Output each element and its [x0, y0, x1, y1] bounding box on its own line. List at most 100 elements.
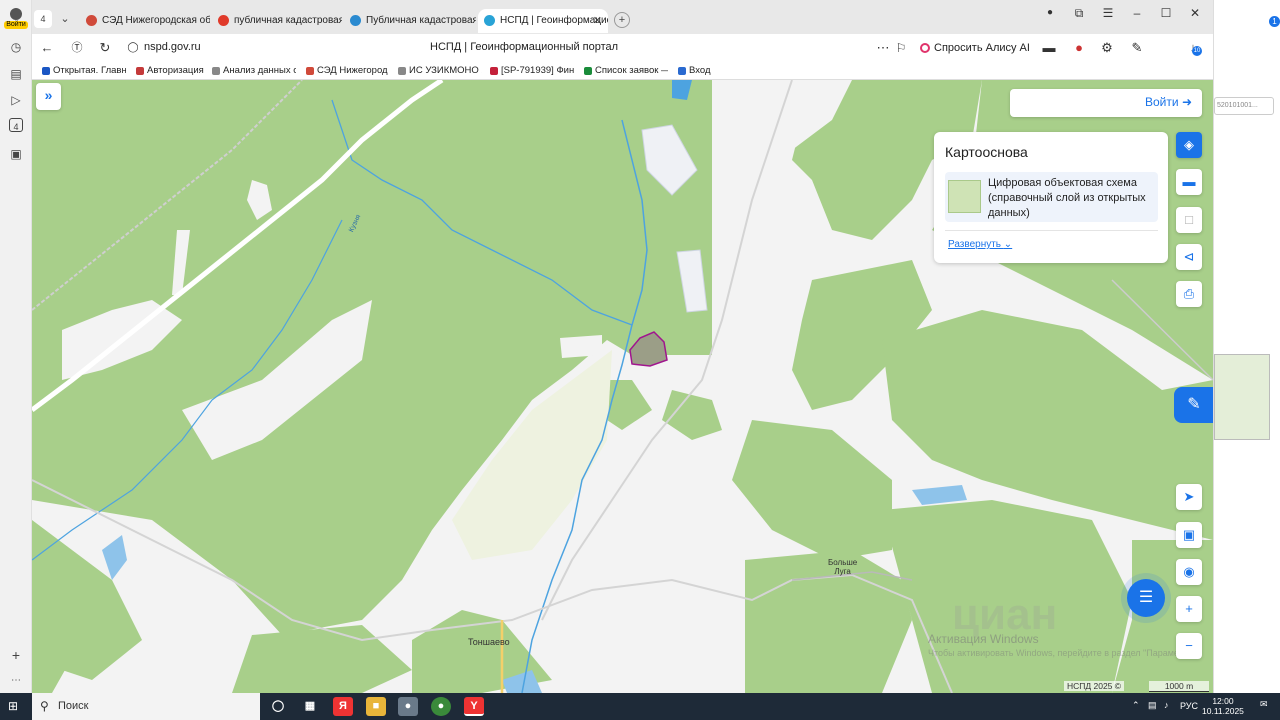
- bookmarks-bar: Открытая. Главна Авторизация Анализ данн…: [32, 62, 1213, 80]
- bookmark-item[interactable]: Открытая. Главна: [42, 65, 126, 76]
- cortana-icon[interactable]: ◯: [268, 697, 288, 716]
- print-button[interactable]: ⎙: [1176, 281, 1202, 307]
- basemap-item[interactable]: Цифровая объектовая схема (справочный сл…: [945, 172, 1158, 222]
- profile-avatar[interactable]: Войти: [4, 8, 28, 32]
- extensions-puzzle-icon[interactable]: ⚙: [1098, 39, 1116, 57]
- tab-list-chevron-icon[interactable]: ⌄: [56, 10, 74, 28]
- ask-alice-button[interactable]: Спросить Алису AI: [920, 39, 1030, 57]
- volume-icon[interactable]: ♪: [1164, 700, 1169, 710]
- url-field[interactable]: nspd.gov.ru: [144, 41, 201, 53]
- minimize-button[interactable]: –: [1124, 4, 1150, 22]
- back-button[interactable]: ←: [38, 39, 56, 57]
- close-tab-icon[interactable]: ✕: [593, 9, 602, 33]
- assistant-button[interactable]: ✎: [1174, 387, 1213, 423]
- bookmark-label: СЭД Нижегородс: [317, 65, 388, 76]
- select-area-button[interactable]: □: [1176, 207, 1202, 233]
- new-tab-button[interactable]: +: [614, 12, 630, 28]
- language-indicator[interactable]: РУС: [1180, 701, 1198, 711]
- screenshot-icon[interactable]: ▣: [7, 145, 25, 163]
- zoom-out-button[interactable]: −: [1176, 633, 1202, 659]
- clock[interactable]: 12:00 10.11.2025: [1202, 696, 1244, 716]
- ruler-button[interactable]: ▬: [1176, 169, 1202, 195]
- bookmark-item[interactable]: Список заявок —: [584, 65, 668, 76]
- notes-icon[interactable]: ✎: [1128, 39, 1146, 57]
- minimap-button[interactable]: ▣: [1176, 522, 1202, 548]
- tray-chevron-icon[interactable]: ⌃: [1132, 700, 1140, 711]
- file-explorer-icon[interactable]: ■: [366, 697, 386, 716]
- map-credits: НСПД 2025 ©: [1064, 681, 1125, 691]
- share-button[interactable]: ⊲: [1176, 244, 1202, 270]
- bookmark-favicon-icon: [306, 67, 314, 75]
- ask-alice-label: Спросить Алису AI: [934, 42, 1030, 54]
- locate-me-button[interactable]: ➤: [1176, 484, 1202, 510]
- extension-avatar-icon[interactable]: ●: [1070, 39, 1088, 57]
- tab-nspd[interactable]: НСПД | Геоинформацио ✕: [478, 9, 608, 33]
- windows-taskbar: ⊞ ⚲ Поиск ◯ ▦ Я ■ ● ● Y ⌃ ▤ ♪ РУС 12:00 …: [0, 693, 1280, 720]
- zoom-in-button[interactable]: +: [1176, 596, 1202, 622]
- expand-link[interactable]: Развернуть ⌄: [948, 239, 1012, 250]
- expand-link-label: Развернуть: [948, 239, 1002, 250]
- map-canvas[interactable]: Тоншаево Больше Луга Кузня циан Активаци…: [32, 80, 1213, 693]
- bookmark-item[interactable]: Анализ данных об: [212, 65, 296, 76]
- bookmark-item[interactable]: ИС УЗИКМОНО 2: [398, 65, 482, 76]
- yandex-home-icon[interactable]: Ⓣ: [68, 39, 86, 57]
- bookmark-icon[interactable]: ⚐: [892, 39, 910, 57]
- extension-mask-icon[interactable]: ▬: [1040, 39, 1058, 57]
- bookmark-item[interactable]: Авторизация: [136, 65, 210, 76]
- system-tray: ⌃ ▤ ♪ РУС 12:00 10.11.2025 ✉: [1130, 693, 1280, 720]
- gmail-icon: [584, 67, 592, 75]
- map-search-box[interactable]: Войти ➜: [1010, 89, 1202, 117]
- tab-title: публичная кадастровая к: [234, 15, 342, 26]
- side-search-field[interactable]: 520101001...: [1214, 97, 1274, 115]
- more-options-icon[interactable]: ⋯: [874, 39, 892, 57]
- yandex-icon: [218, 15, 229, 26]
- downloads-badge: 10: [1192, 46, 1202, 56]
- taskbar-search[interactable]: ⚲ Поиск: [32, 693, 260, 720]
- close-window-button[interactable]: ✕: [1182, 4, 1208, 22]
- map-login-button[interactable]: Войти ➜: [1145, 95, 1192, 109]
- windows-start-icon[interactable]: ⊞: [8, 699, 22, 713]
- bookmark-item[interactable]: СЭД Нижегородс: [306, 65, 388, 76]
- reload-button[interactable]: ↻: [96, 39, 114, 57]
- collections-icon[interactable]: ▤: [7, 65, 25, 83]
- maximize-button[interactable]: ☐: [1153, 4, 1179, 22]
- tab-favicon-icon: [350, 15, 361, 26]
- site-info-icon[interactable]: ◯: [124, 39, 142, 57]
- bookmark-item[interactable]: Вход: [678, 65, 718, 76]
- tab-favicon-icon: [86, 15, 97, 26]
- chrome-icon[interactable]: ●: [431, 697, 451, 716]
- history-icon[interactable]: ◷: [7, 38, 25, 56]
- tab-title: СЭД Нижегородская обл: [102, 15, 210, 26]
- app-icon[interactable]: ●: [398, 697, 418, 716]
- more-dots-icon[interactable]: ⋯: [7, 672, 25, 690]
- notifications-icon[interactable]: ✉: [1260, 699, 1268, 710]
- yandex-app-icon[interactable]: Я: [333, 697, 353, 716]
- bookmark-item[interactable]: [SP-791939] Фин: [490, 65, 574, 76]
- profile-icon[interactable]: ●: [1037, 4, 1063, 22]
- file-icon: [398, 67, 406, 75]
- add-panel-icon[interactable]: +: [7, 646, 25, 664]
- yandex-browser-icon[interactable]: Y: [464, 697, 484, 716]
- tabs-overview-icon[interactable]: ⧉: [1066, 4, 1092, 22]
- tab-cadastral-map[interactable]: Публичная кадастровая к: [344, 9, 476, 33]
- badge-counter[interactable]: 4: [9, 118, 23, 132]
- network-icon[interactable]: ▤: [1148, 700, 1157, 711]
- tab-sed[interactable]: СЭД Нижегородская обл: [80, 9, 210, 33]
- window-thumbnail[interactable]: [1214, 354, 1270, 440]
- tab-yandex-search[interactable]: публичная кадастровая к: [212, 9, 342, 33]
- menu-icon[interactable]: ☰: [1095, 4, 1121, 22]
- layers-button[interactable]: ◈: [1176, 132, 1202, 158]
- bookmark-label: ИС УЗИКМОНО 2: [409, 65, 482, 76]
- chat-button[interactable]: ☰: [1127, 579, 1165, 617]
- bookmark-label: [SP-791939] Фин: [501, 65, 574, 76]
- search-location-button[interactable]: ◉: [1176, 559, 1202, 585]
- play-icon[interactable]: ▷: [7, 91, 25, 109]
- task-view-icon[interactable]: ▦: [300, 697, 320, 716]
- bookmark-favicon-icon: [490, 67, 498, 75]
- bookmark-label: Вход: [689, 65, 711, 76]
- bookmark-label: Анализ данных об: [223, 65, 296, 76]
- expand-panel-button[interactable]: »: [36, 83, 61, 110]
- bookmark-favicon-icon: [42, 67, 50, 75]
- user-icon: [10, 8, 22, 20]
- tab-count[interactable]: 4: [34, 10, 52, 28]
